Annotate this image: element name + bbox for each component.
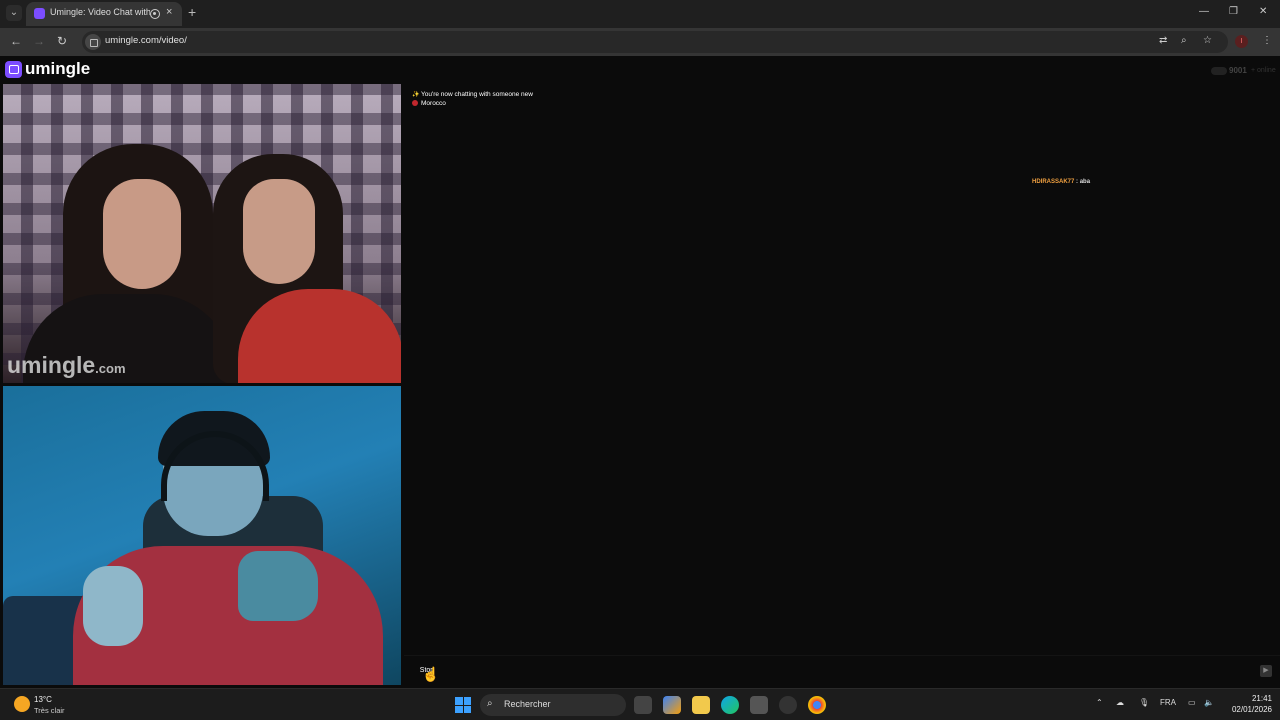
reload-button[interactable]: ↻ [57, 34, 67, 48]
task-view-icon[interactable] [634, 696, 652, 714]
message-username: HDIRASSAK77 [1032, 179, 1075, 185]
volume-icon[interactable]: 🔈 [1204, 698, 1214, 707]
store-icon[interactable] [750, 696, 768, 714]
network-icon[interactable]: ▭ [1188, 698, 1196, 707]
chat-input-bar: Stop ☝ ▶ [404, 655, 1280, 685]
back-button[interactable]: ← [10, 34, 22, 48]
watermark-suffix: .com [95, 361, 126, 376]
tab-search-menu-button[interactable]: ⌄ [6, 5, 22, 21]
clock-time[interactable]: 21:41 [1236, 694, 1272, 703]
language-indicator[interactable]: FRA [1160, 698, 1176, 707]
search-icon: ⌕ [487, 698, 493, 709]
watermark-main: umingle [7, 352, 96, 378]
windows-taskbar: 13°C Très clair ⌕ Rechercher ⌃ ☁ 🎙 FRA ▭… [0, 688, 1280, 720]
sparkle-icon: ✨ [412, 92, 420, 98]
remote-video: umingle.com [3, 84, 401, 383]
profile-avatar[interactable]: I [1235, 35, 1248, 48]
online-label: + online [1251, 67, 1276, 74]
local-person-hand [83, 566, 143, 646]
online-toggle[interactable] [1211, 67, 1227, 75]
address-bar[interactable]: umingle.com/video/ [82, 31, 1228, 53]
video-watermark: umingle.com [7, 352, 126, 379]
message-input[interactable] [450, 661, 1250, 681]
chrome-icon[interactable] [808, 696, 826, 714]
tab-close-button[interactable]: × [166, 6, 172, 18]
translate-icon[interactable]: ⇄ [1159, 35, 1167, 46]
chat-log: ✨ You're now chatting with someone new Mo… [404, 84, 1280, 655]
umingle-favicon-icon [34, 8, 45, 19]
morocco-flag-icon [412, 100, 418, 106]
send-icon[interactable]: ▶ [1260, 665, 1272, 677]
search-placeholder: Rechercher [504, 699, 551, 709]
tray-overflow-icon[interactable]: ⌃ [1096, 698, 1103, 707]
site-logo[interactable]: umingle [25, 59, 90, 79]
site-info-icon[interactable] [85, 34, 101, 50]
windows-start-icon[interactable] [455, 697, 471, 713]
microphone-icon[interactable]: 🎙 [1139, 698, 1149, 707]
forward-button[interactable]: → [33, 34, 45, 48]
copilot-icon[interactable] [663, 696, 681, 714]
local-controller [238, 551, 318, 621]
xbox-icon[interactable] [779, 696, 797, 714]
remote-person-right-face [243, 179, 315, 284]
file-explorer-icon[interactable] [692, 696, 710, 714]
window-restore-button[interactable]: ❐ [1229, 6, 1238, 17]
new-tab-button[interactable]: + [188, 4, 196, 20]
weather-temperature[interactable]: 13°C [34, 695, 52, 704]
system-message-new-chat: ✨ You're now chatting with someone new [412, 91, 533, 98]
site-header: umingle 9001 + online [0, 56, 1280, 84]
browser-toolbar: ← → ↻ umingle.com/video/ ⇄ ⌕ ☆ I ⋮ [0, 28, 1280, 56]
zoom-icon[interactable]: ⌕ [1181, 35, 1187, 46]
local-video [3, 386, 401, 685]
onedrive-icon[interactable]: ☁ [1116, 698, 1124, 707]
umingle-logo-icon [5, 61, 22, 78]
message-text: aba [1079, 179, 1091, 185]
online-count: 9001 [1229, 66, 1247, 75]
recording-indicator-icon [150, 9, 160, 19]
window-close-button[interactable]: ✕ [1259, 6, 1267, 17]
clock-date[interactable]: 02/01/2026 [1220, 705, 1272, 714]
browser-menu-icon[interactable]: ⋮ [1262, 35, 1272, 46]
weather-condition[interactable]: Très clair [34, 706, 65, 715]
browser-tab-bar: ⌄ Umingle: Video Chat with S × + — ❐ ✕ [0, 0, 1280, 28]
country-text: Morocco [421, 100, 446, 107]
mouse-cursor-icon: ☝ [422, 666, 440, 682]
browser-tab-umingle[interactable]: Umingle: Video Chat with S × [26, 2, 182, 26]
url-text[interactable]: umingle.com/video/ [105, 35, 187, 46]
edge-icon[interactable] [721, 696, 739, 714]
system-message-country: Morocco [412, 100, 446, 107]
chat-message: HDIRASSAK77 : aba [1032, 179, 1090, 185]
tab-title: Umingle: Video Chat with S [50, 7, 150, 17]
bookmark-star-icon[interactable]: ☆ [1203, 35, 1212, 46]
taskbar-search[interactable]: ⌕ Rechercher [480, 694, 626, 716]
system-message-text: You're now chatting with someone new [421, 91, 533, 98]
weather-icon[interactable] [14, 696, 30, 712]
window-minimize-button[interactable]: — [1199, 6, 1209, 17]
remote-person-left-face [103, 179, 181, 289]
